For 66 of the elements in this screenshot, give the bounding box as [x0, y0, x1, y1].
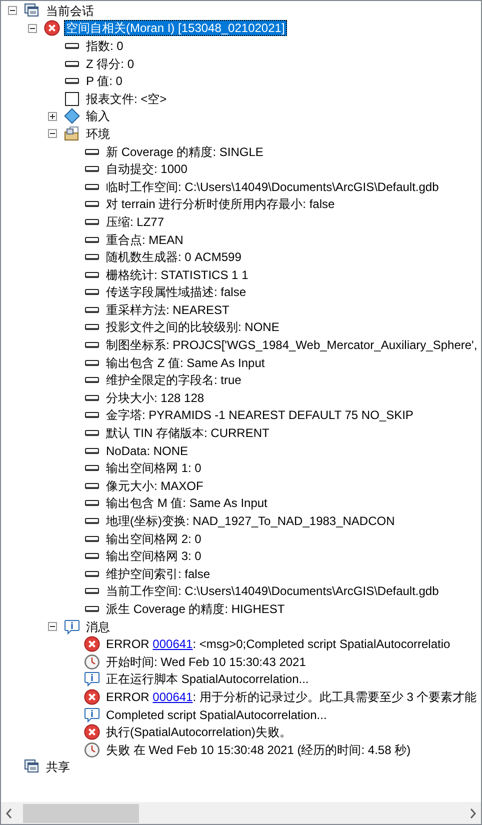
diamond-icon: [64, 108, 80, 124]
parameter-text[interactable]: 投影文件之间的比较级别: NONE: [104, 319, 282, 336]
error-icon: [84, 724, 100, 740]
message-text[interactable]: 消息: [84, 618, 112, 635]
parameter-text[interactable]: 报表文件: <空>: [84, 90, 169, 107]
group-label[interactable]: 输入: [84, 108, 112, 124]
tool-result-title[interactable]: 空间自相关(Moran I) [153048_02102021]: [64, 20, 287, 36]
parameter-text[interactable]: Z 得分: 0: [84, 56, 136, 72]
info-icon: [84, 671, 100, 688]
message-text[interactable]: 正在运行脚本 SpatialAutocorrelation...: [104, 671, 311, 688]
parameter-text[interactable]: 输出包含 Z 值: Same As Input: [104, 354, 267, 371]
parameter-text[interactable]: 自动提交: 1000: [104, 161, 190, 178]
parameter-text[interactable]: 压缩: LZ77: [104, 214, 166, 230]
info-icon: [84, 706, 100, 723]
parameter-text[interactable]: 像元大小: MAXOF: [104, 478, 206, 494]
parameter-text[interactable]: 金字塔: PYRAMIDS -1 NEAREST DEFAULT 75 NO_SKIP: [104, 407, 416, 424]
expand-toggle[interactable]: [48, 112, 57, 121]
parameter-text[interactable]: 指数: 0: [84, 38, 126, 54]
message-text[interactable]: 开始时间: Wed Feb 10 15:30:43 2021: [104, 654, 308, 670]
parameter-text[interactable]: 维护全限定的字段名: true: [104, 372, 244, 388]
parameter-text[interactable]: 随机数生成器: 0 ACM599: [104, 249, 244, 266]
info-icon: [64, 618, 80, 635]
session-icon: [24, 2, 40, 19]
parameter-text[interactable]: 当前工作空间: C:\Users\14049\Documents\ArcGIS\Default.gdb: [104, 583, 441, 600]
session-icon: [24, 759, 40, 776]
collapse-toggle[interactable]: [48, 622, 57, 632]
error-icon: [84, 688, 100, 705]
clock-icon: [84, 742, 100, 758]
message-text[interactable]: 失败 在 Wed Feb 10 15:30:48 2021 (经历的时间: 4.58 秒): [104, 742, 413, 758]
parameter-text[interactable]: P 值: 0: [84, 73, 124, 90]
error-icon: [44, 20, 60, 36]
session-label[interactable]: 当前会话: [44, 2, 96, 19]
message-text[interactable]: ERROR 000641: <msg>0;Completed script SpatialAutocorrelatio: [104, 636, 452, 652]
error-code-link[interactable]: 000641: [152, 637, 193, 652]
collapse-toggle[interactable]: [8, 6, 17, 16]
folder-icon: [64, 126, 80, 142]
error-icon: [84, 636, 100, 652]
parameter-text[interactable]: 传送字段属性域描述: false: [104, 284, 248, 300]
clock-icon: [84, 654, 100, 670]
error-code-link[interactable]: 000641: [152, 690, 193, 704]
parameter-text[interactable]: NoData: NONE: [104, 442, 190, 459]
message-text[interactable]: Completed script SpatialAutocorrelation...: [104, 706, 329, 723]
checkbox-icon: [64, 90, 80, 107]
parameter-text[interactable]: 重采样方法: NEAREST: [104, 302, 232, 318]
group-label[interactable]: 环境: [84, 126, 112, 142]
message-text[interactable]: 执行(SpatialAutocorrelation)失败。: [104, 724, 294, 740]
parameter-text[interactable]: 输出空间格网 2: 0: [104, 530, 204, 547]
parameter-text[interactable]: 维护空间索引: false: [104, 566, 212, 582]
scrollbar-thumb[interactable]: [23, 804, 139, 823]
parameter-text[interactable]: 派生 Coverage 的精度: HIGHEST: [104, 600, 287, 617]
parameter-text[interactable]: 新 Coverage 的精度: SINGLE: [104, 144, 266, 160]
session-label[interactable]: 共享: [44, 759, 72, 776]
parameter-text[interactable]: 地理(坐标)变换: NAD_1927_To_NAD_1983_NADCON: [104, 513, 397, 530]
parameter-text[interactable]: 制图坐标系: PROJCS['WGS_1984_Web_Mercator_Auxiliary_Sphere',: [104, 337, 480, 354]
collapse-toggle[interactable]: [48, 129, 57, 138]
message-text[interactable]: ERROR 000641: 用于分析的记录过少。此工具需要至少 3 个要素才能: [104, 688, 479, 705]
parameter-text[interactable]: 输出包含 M 值: Same As Input: [104, 495, 270, 512]
parameter-text[interactable]: 输出空间格网 1: 0: [104, 460, 204, 476]
parameter-text[interactable]: 对 terrain 进行分析时使所用内存最小: false: [104, 196, 337, 212]
collapse-toggle[interactable]: [28, 24, 37, 33]
parameter-text[interactable]: 重合点: MEAN: [104, 232, 186, 248]
parameter-text[interactable]: 默认 TIN 存储版本: CURRENT: [104, 425, 272, 442]
parameter-text[interactable]: 输出空间格网 3: 0: [104, 548, 204, 564]
parameter-text[interactable]: 分块大小: 128 128: [104, 390, 206, 406]
parameter-text[interactable]: 临时工作空间: C:\Users\14049\Documents\ArcGIS\Default.gdb: [104, 178, 441, 195]
parameter-text[interactable]: 栅格统计: STATISTICS 1 1: [104, 266, 250, 283]
